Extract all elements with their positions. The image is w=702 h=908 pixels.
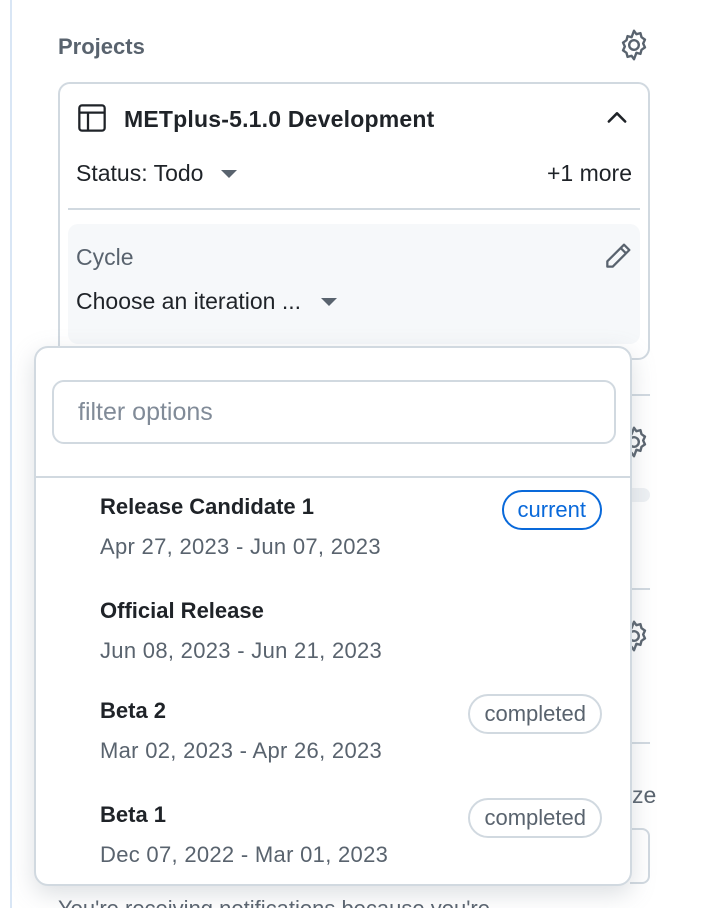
option-title: Release Candidate 1	[100, 494, 314, 519]
background-label-fragment: ze	[632, 782, 657, 808]
option-dates: Mar 02, 2023 - Apr 26, 2023	[100, 738, 383, 763]
iteration-dropdown: Release Candidate 1 Apr 27, 2023 - Jun 0…	[34, 346, 632, 886]
cycle-field-value-text: Choose an iteration ...	[76, 288, 302, 314]
page: Projects METplus-5.1.0 Development Statu…	[0, 0, 702, 908]
projects-section-title: Projects	[58, 34, 145, 59]
section-divider	[630, 394, 650, 396]
section-divider	[630, 588, 650, 590]
iteration-option[interactable]: Beta 1 Dec 07, 2022 - Mar 01, 2023 compl…	[36, 798, 630, 884]
notification-notice: You're receiving notifications because y…	[58, 896, 658, 908]
caret-down-icon	[321, 297, 338, 306]
background-input	[630, 828, 650, 884]
caret-down-icon	[221, 169, 238, 178]
option-title: Beta 2	[100, 698, 167, 723]
status-badge: completed	[468, 798, 602, 838]
option-dates: Apr 27, 2023 - Jun 07, 2023	[100, 534, 381, 559]
cycle-field-value[interactable]: Choose an iteration ...	[76, 288, 338, 315]
cycle-field-label: Cycle	[76, 244, 134, 270]
project-name[interactable]: METplus-5.1.0 Development	[124, 106, 434, 133]
progress-bar	[630, 488, 650, 502]
table-icon	[76, 102, 108, 134]
iteration-option[interactable]: Beta 2 Mar 02, 2023 - Apr 26, 2023 compl…	[36, 694, 630, 798]
pencil-icon[interactable]	[602, 240, 634, 272]
cycle-field[interactable]: Cycle Choose an iteration ...	[68, 224, 640, 344]
status-label: Status: Todo	[76, 160, 204, 186]
card-divider	[68, 208, 640, 210]
option-title: Official Release	[100, 598, 264, 623]
chevron-up-icon[interactable]	[603, 104, 631, 132]
option-dates: Dec 07, 2022 - Mar 01, 2023	[100, 842, 389, 867]
dropdown-divider	[36, 476, 630, 478]
status-dropdown[interactable]: Status: Todo	[76, 160, 238, 187]
status-badge: current	[501, 490, 602, 530]
iteration-option[interactable]: Release Candidate 1 Apr 27, 2023 - Jun 0…	[36, 490, 630, 594]
gear-icon[interactable]	[616, 27, 652, 63]
option-title: Beta 1	[100, 802, 167, 827]
filter-input[interactable]	[52, 380, 616, 444]
option-dates: Jun 08, 2023 - Jun 21, 2023	[100, 638, 383, 663]
left-border	[10, 0, 12, 908]
project-card: METplus-5.1.0 Development Status: Todo +…	[58, 82, 650, 360]
status-badge: completed	[468, 694, 602, 734]
more-fields-link[interactable]: +1 more	[547, 160, 632, 187]
iteration-option[interactable]: Official Release Jun 08, 2023 - Jun 21, …	[36, 598, 630, 698]
section-divider	[630, 742, 650, 744]
